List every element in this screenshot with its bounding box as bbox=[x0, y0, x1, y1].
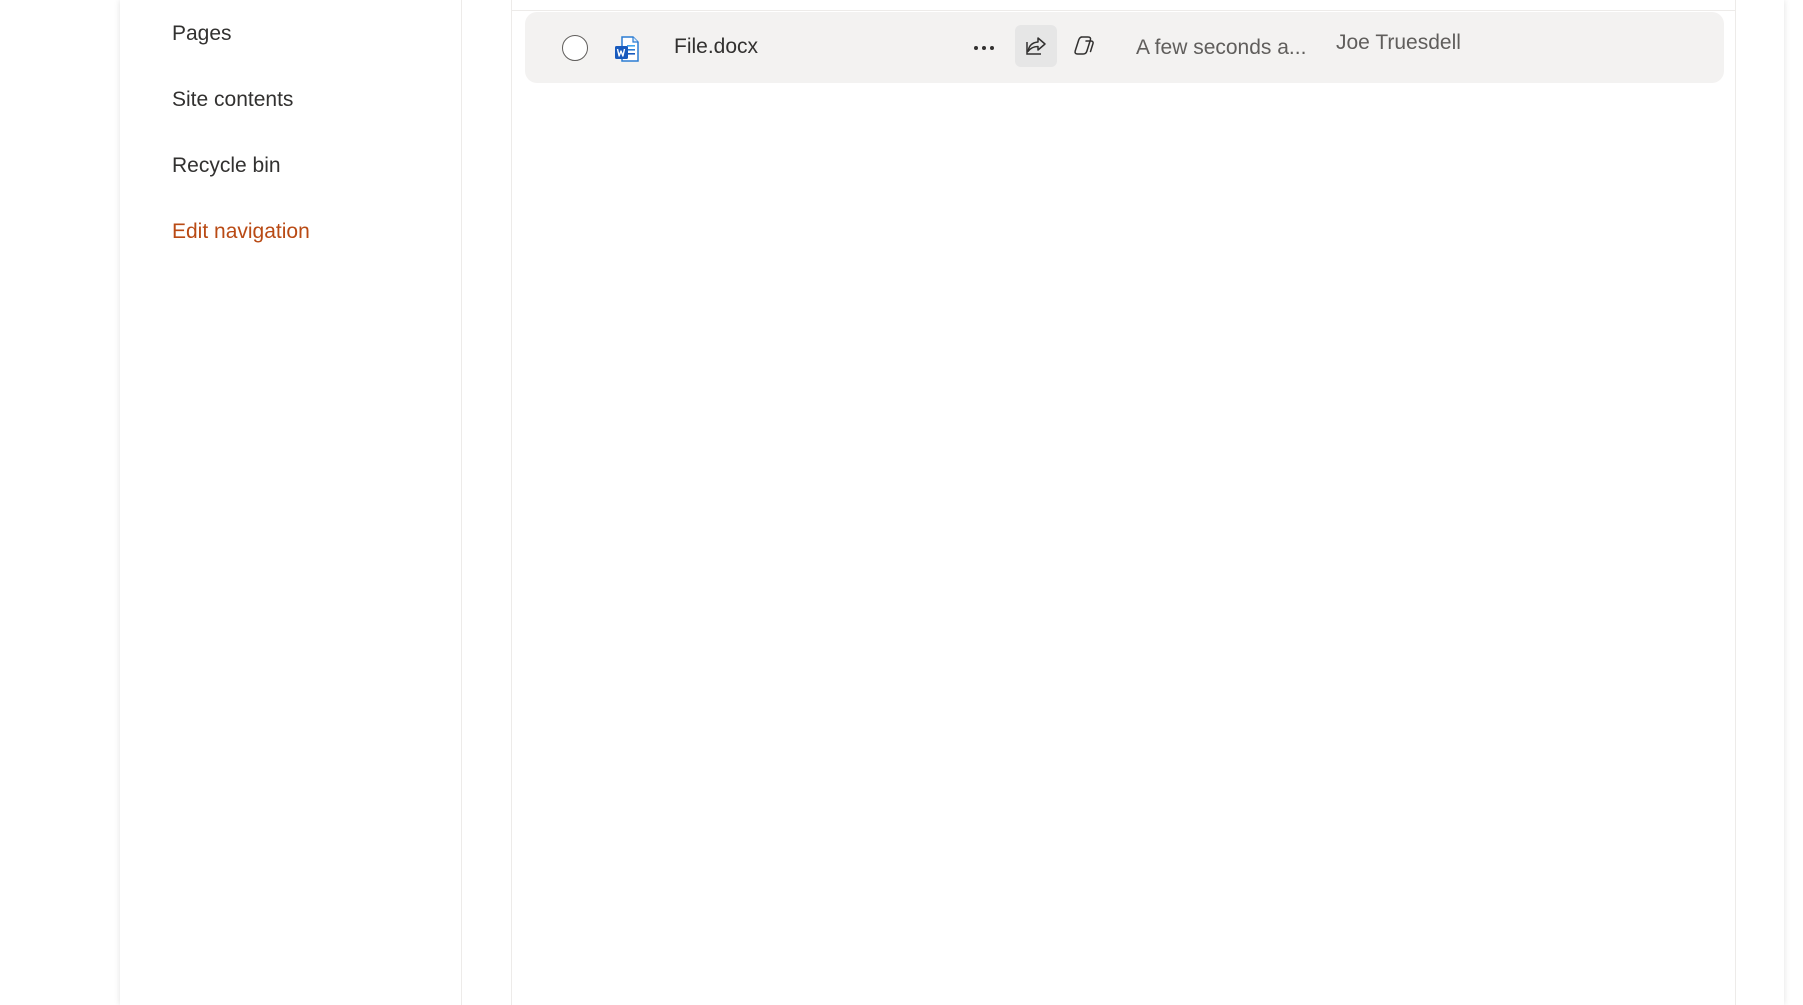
left-navigation: Pages Site contents Recycle bin Edit nav… bbox=[120, 0, 462, 1005]
modified-time: A few seconds a... bbox=[1136, 36, 1307, 59]
list-header-divider bbox=[512, 10, 1735, 11]
file-name-link[interactable]: File.docx bbox=[674, 35, 758, 59]
share-icon[interactable] bbox=[1015, 25, 1057, 67]
row-select-checkbox[interactable] bbox=[562, 35, 588, 61]
nav-item-recycle-bin[interactable]: Recycle bin bbox=[172, 154, 281, 178]
nav-item-pages[interactable]: Pages bbox=[172, 22, 232, 46]
more-options-icon[interactable] bbox=[966, 30, 1002, 66]
page: Pages Site contents Recycle bin Edit nav… bbox=[0, 0, 1803, 1005]
copilot-icon[interactable] bbox=[1065, 27, 1103, 65]
document-library: File.docx A few seconds a... Joe Truesde… bbox=[511, 0, 1736, 1005]
edit-navigation-link[interactable]: Edit navigation bbox=[172, 220, 310, 244]
modified-by-user[interactable]: Joe Truesdell bbox=[1336, 31, 1461, 55]
word-icon bbox=[614, 35, 640, 63]
file-row[interactable]: File.docx A few seconds a... Joe Truesde… bbox=[525, 12, 1724, 83]
nav-item-site-contents[interactable]: Site contents bbox=[172, 88, 293, 112]
